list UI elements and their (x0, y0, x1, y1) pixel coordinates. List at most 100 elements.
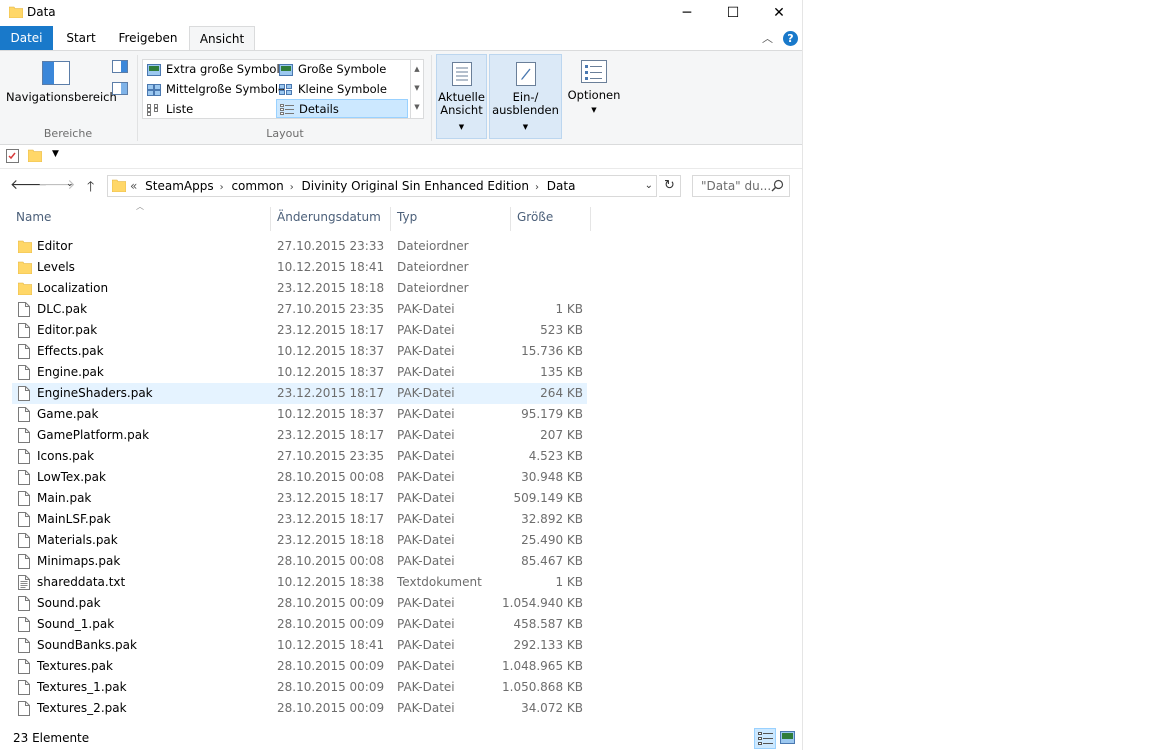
tab-datei[interactable]: Datei (0, 26, 53, 50)
close-button[interactable]: ✕ (756, 0, 802, 26)
new-folder-icon[interactable] (27, 149, 43, 165)
table-row[interactable]: Minimaps.pak 28.10.2015 00:08 PAK-Datei 85.… (12, 551, 587, 572)
details-view-button[interactable] (754, 728, 776, 749)
file-type: PAK-Datei (397, 428, 455, 442)
file-size: 135 KB (540, 365, 583, 379)
view-small-icons[interactable]: Kleine Symbole (276, 80, 406, 99)
table-row[interactable]: Textures.pak 28.10.2015 00:09 PAK-Datei 1.0… (12, 656, 587, 677)
navigation-pane-button[interactable]: Navigationsbereich (6, 61, 117, 104)
breadcrumb-common[interactable]: common (231, 179, 283, 193)
file-type: PAK-Datei (397, 638, 455, 652)
scroll-down-icon[interactable]: ▼ (411, 79, 423, 98)
breadcrumb-overflow[interactable]: « (130, 179, 137, 193)
table-row[interactable]: Sound.pak 28.10.2015 00:09 PAK-Datei 1.054.… (12, 593, 587, 614)
gallery-expand-icon[interactable]: ▼ (411, 98, 423, 117)
table-row[interactable]: Icons.pak 27.10.2015 23:35 PAK-Datei 4.523 … (12, 446, 587, 467)
column-header-date[interactable]: Änderungsdatum (277, 207, 387, 231)
file-name: Editor.pak (37, 323, 98, 337)
refresh-button[interactable]: ↻ (659, 175, 681, 197)
current-view-button[interactable]: Aktuelle Ansicht ▼ (436, 54, 487, 139)
chevron-down-icon[interactable]: ⌄ (645, 180, 653, 191)
table-row[interactable]: GamePlatform.pak 23.12.2015 18:17 PAK-Date… (12, 425, 587, 446)
dropdown-arrow-icon: ▼ (591, 106, 597, 114)
table-row[interactable]: Materials.pak 23.12.2015 18:18 PAK-Datei 25… (12, 530, 587, 551)
help-icon[interactable]: ? (783, 31, 798, 46)
table-row[interactable]: Levels 10.12.2015 18:41 Dateiordner (12, 257, 587, 278)
file-type: PAK-Datei (397, 617, 455, 631)
preview-pane-icon[interactable] (112, 60, 128, 76)
view-list[interactable]: Liste (144, 100, 274, 119)
file-type: PAK-Datei (397, 680, 455, 694)
chevron-right-icon[interactable]: › (290, 182, 294, 193)
properties-icon[interactable] (6, 149, 19, 166)
table-row[interactable]: Textures_2.pak 28.10.2015 00:09 PAK-Datei 3… (12, 698, 587, 719)
table-row[interactable]: Editor 27.10.2015 23:33 Dateiordner (12, 236, 587, 257)
breadcrumb-divinity[interactable]: Divinity Original Sin Enhanced Edition (302, 179, 529, 193)
file-name: Icons.pak (37, 449, 95, 463)
table-row[interactable]: LowTex.pak 28.10.2015 00:08 PAK-Datei 30.94… (12, 467, 587, 488)
minimize-button[interactable]: ─ (664, 0, 710, 26)
customize-toolbar-icon[interactable]: ▼ (52, 149, 59, 159)
tab-start[interactable]: Start (56, 26, 106, 50)
options-button[interactable]: Optionen ▼ (566, 59, 622, 117)
table-row[interactable]: Editor.pak 23.12.2015 18:17 PAK-Datei 523 K… (12, 320, 587, 341)
chevron-up-icon[interactable]: ︿ (762, 30, 773, 46)
view-medium-icons[interactable]: Mittelgroße Symbole (144, 80, 285, 99)
table-row[interactable]: Localization 23.12.2015 18:18 Dateiordner (12, 278, 587, 299)
tab-freigeben[interactable]: Freigeben (110, 26, 186, 50)
show-hide-button[interactable]: Ein-/ ausblenden ▼ (489, 54, 562, 139)
chevron-right-icon[interactable]: › (535, 182, 539, 193)
ribbon-divider (431, 55, 432, 141)
details-pane-icon[interactable] (112, 82, 128, 98)
search-box[interactable]: "Data" du... (692, 175, 790, 197)
column-header-size[interactable]: Größe (517, 207, 587, 231)
file-date: 10.12.2015 18:38 (277, 575, 385, 589)
table-row[interactable]: DLC.pak 27.10.2015 23:35 PAK-Datei 1 KB (12, 299, 587, 320)
table-row[interactable]: EngineShaders.pak 23.12.2015 18:17 PAK-Dat… (12, 383, 587, 404)
column-header-name[interactable]: Name (16, 207, 266, 231)
table-row[interactable]: SoundBanks.pak 10.12.2015 18:41 PAK-Datei 2… (12, 635, 587, 656)
maximize-button[interactable]: ☐ (710, 0, 756, 26)
tab-ansicht[interactable]: Ansicht (189, 26, 255, 51)
breadcrumb-data[interactable]: Data (547, 179, 576, 193)
file-date: 28.10.2015 00:09 (277, 659, 385, 673)
file-name: Textures_2.pak (37, 701, 127, 715)
table-row[interactable]: MainLSF.pak 23.12.2015 18:17 PAK-Datei 32.8… (12, 509, 587, 530)
scroll-up-icon[interactable]: ▲ (411, 60, 423, 79)
table-row[interactable]: Main.pak 23.12.2015 18:17 PAK-Datei 509.149… (12, 488, 587, 509)
file-name: Main.pak (37, 491, 92, 505)
recent-locations-icon[interactable]: ⌄ (66, 179, 74, 189)
address-bar[interactable]: « SteamApps › common › Divinity Original S… (107, 175, 657, 197)
view-extra-large-icons[interactable]: Extra große Symbole (144, 60, 287, 79)
column-header-type[interactable]: Typ (397, 207, 507, 231)
file-size: 292.133 KB (513, 638, 583, 652)
table-row[interactable]: Effects.pak 10.12.2015 18:37 PAK-Datei 15.7… (12, 341, 587, 362)
column-divider[interactable] (270, 207, 271, 231)
file-size: 25.490 KB (521, 533, 583, 547)
column-divider[interactable] (590, 207, 591, 231)
table-row[interactable]: Game.pak 10.12.2015 18:37 PAK-Datei 95.179 … (12, 404, 587, 425)
file-date: 28.10.2015 00:08 (277, 470, 385, 484)
table-row[interactable]: Engine.pak 10.12.2015 18:37 PAK-Datei 135 K… (12, 362, 587, 383)
view-large-icons[interactable]: Große Symbole (276, 60, 406, 79)
up-icon[interactable]: 🡑 (87, 176, 94, 200)
file-date: 10.12.2015 18:41 (277, 260, 385, 274)
current-view-icon (450, 60, 474, 88)
file-type: PAK-Datei (397, 344, 455, 358)
file-type: Textdokument (397, 575, 482, 589)
table-row[interactable]: shareddata.txt 10.12.2015 18:38 Textdokume… (12, 572, 587, 593)
table-row[interactable]: Textures_1.pak 28.10.2015 00:09 PAK-Datei 1… (12, 677, 587, 698)
column-divider[interactable] (390, 207, 391, 231)
view-details[interactable]: Details (276, 99, 408, 118)
breadcrumb-steamapps[interactable]: SteamApps (145, 179, 213, 193)
current-view-label-2: Ansicht (440, 103, 483, 117)
layout-gallery-scroll[interactable]: ▲ ▼ ▼ (410, 59, 424, 119)
chevron-right-icon[interactable]: › (220, 182, 224, 193)
file-name: Minimaps.pak (37, 554, 121, 568)
column-divider[interactable] (510, 207, 511, 231)
large-icons-view-button[interactable] (777, 728, 799, 749)
file-name: Levels (37, 260, 75, 274)
options-label: Optionen (567, 88, 621, 102)
table-row[interactable]: Sound_1.pak 28.10.2015 00:09 PAK-Datei 458.… (12, 614, 587, 635)
search-placeholder: "Data" du... (701, 179, 772, 193)
